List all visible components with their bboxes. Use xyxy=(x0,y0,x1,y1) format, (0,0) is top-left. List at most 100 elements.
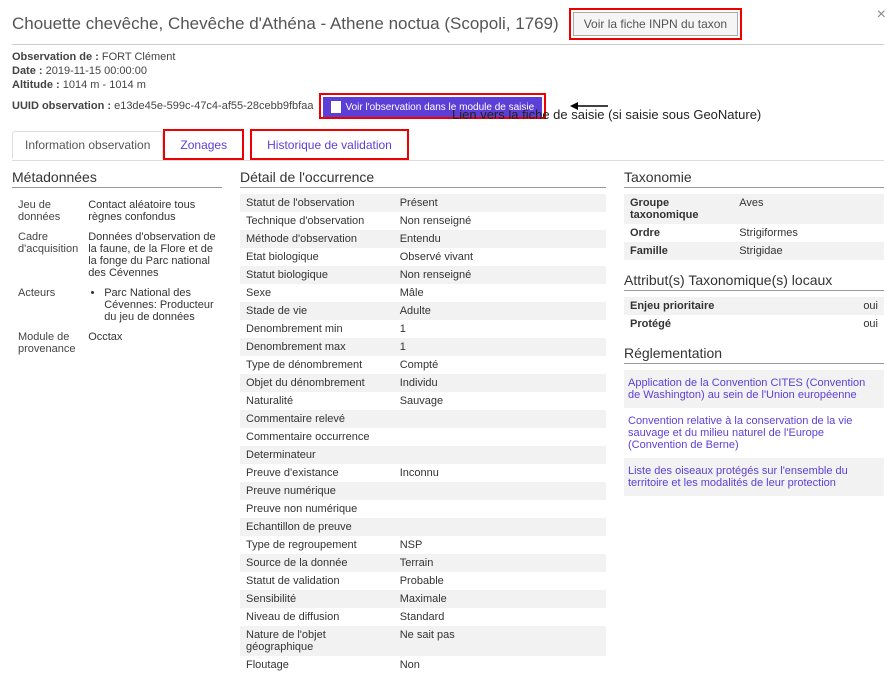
meta-val: Occtax xyxy=(84,328,220,358)
tab-information[interactable]: Information observation xyxy=(12,131,163,159)
detail-key: Denombrement min xyxy=(240,320,394,338)
metadata-table: Jeu de donnéesContact aléatoire tous règ… xyxy=(12,194,222,360)
detail-key: Preuve non numérique xyxy=(240,500,394,518)
meta-key: Module de provenance xyxy=(14,328,82,358)
meta-key: Cadre d'acquisition xyxy=(14,228,82,282)
detail-val: Non renseigné xyxy=(394,266,606,284)
detail-key: Objet du dénombrement xyxy=(240,374,394,392)
detail-val: Observé vivant xyxy=(394,248,606,266)
altitude-label: Altitude : xyxy=(12,79,60,91)
detail-val: Non xyxy=(394,656,606,674)
detail-heading: Détail de l'occurrence xyxy=(240,169,606,188)
attr-val: oui xyxy=(733,315,884,333)
detail-val: Individu xyxy=(394,374,606,392)
detail-key: Stade de vie xyxy=(240,302,394,320)
tab-historique[interactable]: Historique de validation xyxy=(254,131,405,158)
inpn-button[interactable]: Voir la fiche INPN du taxon xyxy=(573,12,738,36)
tabs: Information observation Zonages Historiq… xyxy=(12,129,884,161)
reglementation-link[interactable]: Convention relative à la conservation de… xyxy=(628,411,880,455)
detail-val: Probable xyxy=(394,572,606,590)
detail-key: Type de regroupement xyxy=(240,536,394,554)
meta-key: Jeu de données xyxy=(14,196,82,226)
detail-val: Présent xyxy=(394,194,606,212)
detail-key: Naturalité xyxy=(240,392,394,410)
detail-key: Statut biologique xyxy=(240,266,394,284)
document-icon xyxy=(331,101,341,113)
observer-value: FORT Clément xyxy=(102,51,176,63)
attributes-table: Enjeu prioritaireouiProtégéoui xyxy=(624,297,884,333)
detail-key: Sensibilité xyxy=(240,590,394,608)
date-value: 2019-11-15 00:00:00 xyxy=(46,65,147,77)
detail-key: Commentaire occurrence xyxy=(240,428,394,446)
taxonomy-heading: Taxonomie xyxy=(624,169,884,188)
detail-key: Floutage xyxy=(240,656,394,674)
detail-val: Mâle xyxy=(394,284,606,302)
meta-key: Acteurs xyxy=(14,284,82,326)
detail-val: 1 xyxy=(394,338,606,356)
meta-val: Parc National des Cévennes: Producteur d… xyxy=(104,287,216,323)
observation-meta: Observation de : FORT Clément Date : 201… xyxy=(12,51,884,119)
detail-key: Preuve d'existance xyxy=(240,464,394,482)
detail-key: Determinateur xyxy=(240,446,394,464)
detail-val: Sauvage xyxy=(394,392,606,410)
detail-val: NSP xyxy=(394,536,606,554)
detail-val xyxy=(394,428,606,446)
detail-val: Adulte xyxy=(394,302,606,320)
detail-key: Sexe xyxy=(240,284,394,302)
uuid-label: UUID observation : xyxy=(12,100,111,112)
detail-key: Denombrement max xyxy=(240,338,394,356)
detail-val: Terrain xyxy=(394,554,606,572)
detail-key: Méthode d'observation xyxy=(240,230,394,248)
detail-val: Compté xyxy=(394,356,606,374)
close-icon[interactable]: × xyxy=(877,6,886,24)
detail-key: Type de dénombrement xyxy=(240,356,394,374)
reglementation-link[interactable]: Application de la Convention CITES (Conv… xyxy=(628,373,880,405)
reglementation-list: Application de la Convention CITES (Conv… xyxy=(624,370,884,496)
detail-key: Etat biologique xyxy=(240,248,394,266)
attr-key: Protégé xyxy=(624,315,733,333)
taxo-key: Groupe taxonomique xyxy=(624,194,733,224)
metadata-heading: Métadonnées xyxy=(12,169,222,188)
detail-val: Maximale xyxy=(394,590,606,608)
detail-key: Nature de l'objet géographique xyxy=(240,626,394,656)
attr-val: oui xyxy=(733,297,884,315)
taxo-key: Ordre xyxy=(624,224,733,242)
detail-val: 1 xyxy=(394,320,606,338)
detail-key: Source de la donnée xyxy=(240,554,394,572)
detail-val xyxy=(394,518,606,536)
annotation-text: Lien vers la fiche de saisie (si saisie … xyxy=(452,107,761,124)
detail-val xyxy=(394,500,606,518)
attr-key: Enjeu prioritaire xyxy=(624,297,733,315)
detail-key: Niveau de diffusion xyxy=(240,608,394,626)
date-label: Date : xyxy=(12,65,43,77)
detail-val: Entendu xyxy=(394,230,606,248)
tab-zonages[interactable]: Zonages xyxy=(167,131,240,158)
attributes-heading: Attribut(s) Taxonomique(s) locaux xyxy=(624,272,884,291)
header: Chouette chevêche, Chevêche d'Athéna - A… xyxy=(12,8,884,45)
altitude-value: 1014 m - 1014 m xyxy=(63,79,146,91)
detail-key: Technique d'observation xyxy=(240,212,394,230)
detail-val xyxy=(394,482,606,500)
detail-key: Echantillon de preuve xyxy=(240,518,394,536)
reglementation-link[interactable]: Liste des oiseaux protégés sur l'ensembl… xyxy=(628,461,880,493)
taxo-val: Strigiformes xyxy=(733,224,884,242)
detail-key: Statut de l'observation xyxy=(240,194,394,212)
taxo-val: Aves xyxy=(733,194,884,224)
uuid-value: e13de45e-599c-47c4-af55-28cebb9fbfaa xyxy=(114,100,313,112)
observer-label: Observation de : xyxy=(12,51,99,63)
meta-val: Données d'observation de la faune, de la… xyxy=(84,228,220,282)
taxo-val: Strigidae xyxy=(733,242,884,260)
meta-val: Contact aléatoire tous règnes confondus xyxy=(84,196,220,226)
detail-val: Inconnu xyxy=(394,464,606,482)
taxo-key: Famille xyxy=(624,242,733,260)
page-title: Chouette chevêche, Chevêche d'Athéna - A… xyxy=(12,14,559,34)
detail-val: Standard xyxy=(394,608,606,626)
detail-key: Commentaire relevé xyxy=(240,410,394,428)
detail-val xyxy=(394,446,606,464)
reglementation-heading: Réglementation xyxy=(624,345,884,364)
taxonomy-table: Groupe taxonomiqueAvesOrdreStrigiformesF… xyxy=(624,194,884,260)
detail-val: Non renseigné xyxy=(394,212,606,230)
detail-key: Statut de validation xyxy=(240,572,394,590)
detail-key: Preuve numérique xyxy=(240,482,394,500)
detail-table: Statut de l'observationPrésentTechnique … xyxy=(240,194,606,674)
